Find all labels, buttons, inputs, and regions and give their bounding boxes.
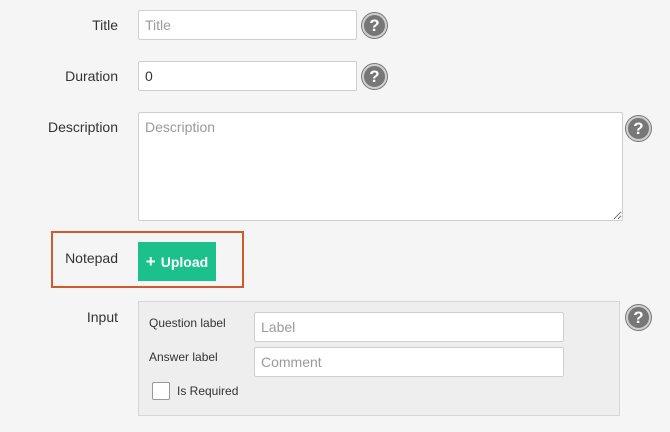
notepad-label: Notepad — [65, 250, 118, 266]
duration-label: Duration — [65, 68, 118, 84]
answer-label-input[interactable] — [254, 347, 564, 377]
help-icon-duration[interactable]: ? — [362, 64, 387, 89]
question-label-input[interactable] — [254, 312, 564, 342]
upload-button-label: Upload — [160, 253, 209, 270]
title-label: Title — [92, 17, 118, 33]
input-label: Input — [86, 309, 118, 325]
help-icon-input[interactable]: ? — [626, 305, 651, 330]
description-textarea[interactable] — [138, 112, 623, 221]
help-icon-description[interactable]: ? — [626, 116, 651, 141]
is-required-label: Is Required — [177, 384, 239, 398]
duration-input[interactable] — [138, 61, 357, 91]
description-label: Description — [47, 119, 118, 135]
answer-label-text: Answer label — [149, 350, 218, 364]
is-required-checkbox[interactable] — [152, 382, 170, 400]
help-icon-title[interactable]: ? — [362, 13, 387, 38]
question-label-text: Question label — [149, 316, 226, 330]
upload-button[interactable]: + Upload — [138, 242, 216, 281]
plus-icon: + — [145, 252, 156, 271]
title-input[interactable] — [138, 10, 357, 40]
